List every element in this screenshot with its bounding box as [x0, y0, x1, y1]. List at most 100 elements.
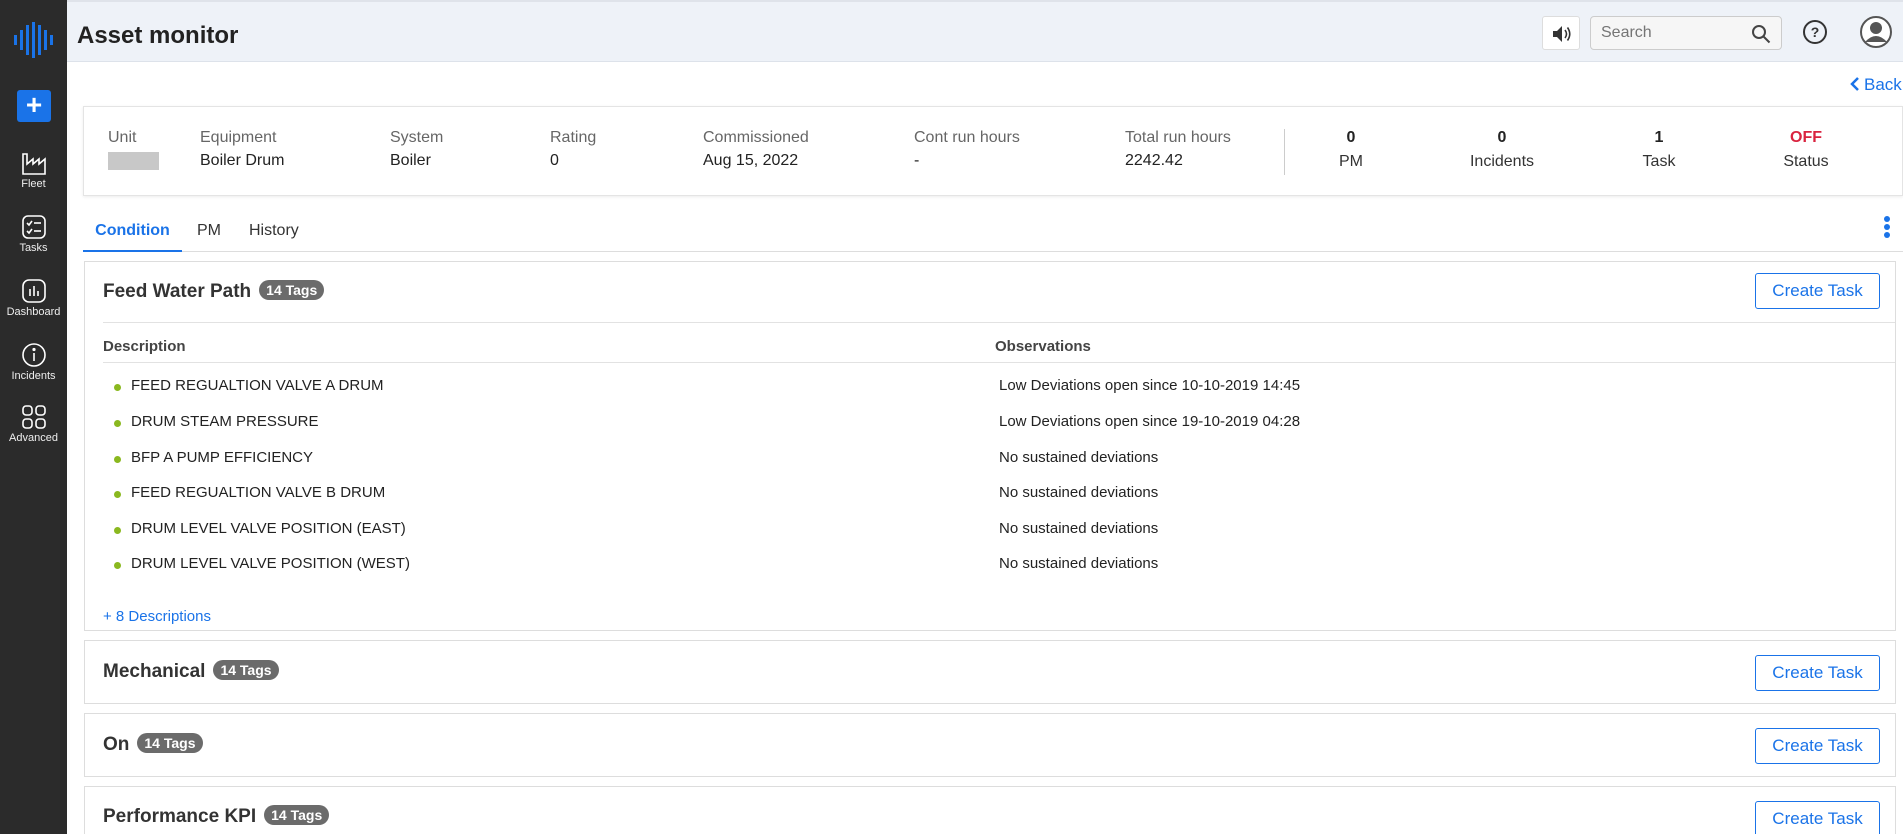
- section-mechanical: Mechanical 14 Tags Create Task: [84, 640, 1896, 704]
- create-task-button[interactable]: Create Task: [1755, 728, 1880, 764]
- create-task-button[interactable]: Create Task: [1755, 655, 1880, 691]
- section-on: On 14 Tags Create Task: [84, 713, 1896, 777]
- sidebar-item-tasks[interactable]: Tasks: [0, 214, 67, 254]
- stat-value: 0: [1346, 129, 1356, 146]
- sidebar-item-label: Fleet: [21, 178, 46, 190]
- table-row[interactable]: DRUM LEVEL VALVE POSITION (WEST) No sust…: [103, 555, 1895, 577]
- sidebar-item-advanced[interactable]: Advanced: [0, 404, 67, 444]
- table-row[interactable]: DRUM LEVEL VALVE POSITION (EAST) No sust…: [103, 520, 1895, 542]
- stat-incidents[interactable]: 0 Incidents: [1432, 129, 1572, 171]
- create-task-button[interactable]: Create Task: [1755, 273, 1880, 309]
- asset-info-bar: Unit Equipment Boiler Drum System Boiler…: [83, 106, 1903, 196]
- svg-text:?: ?: [1811, 24, 1820, 40]
- logo-icon[interactable]: [13, 22, 53, 58]
- user-avatar-icon[interactable]: [1860, 16, 1892, 48]
- tab-pm[interactable]: PM: [197, 222, 221, 252]
- rating-value: 0: [550, 152, 559, 169]
- row-observation: No sustained deviations: [999, 449, 1159, 466]
- stat-pm[interactable]: 0 PM: [1281, 129, 1421, 171]
- row-observation: No sustained deviations: [999, 520, 1159, 537]
- status-value: OFF: [1790, 129, 1822, 146]
- table-row[interactable]: DRUM STEAM PRESSURE Low Deviations open …: [103, 413, 1895, 435]
- cont-run-hours-value: -: [914, 152, 920, 169]
- section-title: Mechanical 14 Tags: [103, 660, 279, 683]
- row-description: DRUM LEVEL VALVE POSITION (EAST): [131, 520, 406, 537]
- sidebar-item-dashboard[interactable]: Dashboard: [0, 278, 67, 318]
- table-row[interactable]: FEED REGUALTION VALVE A DRUM Low Deviati…: [103, 377, 1895, 399]
- sidebar: + Fleet Tasks Dashboard Incidents Advanc…: [0, 0, 67, 834]
- more-descriptions-link[interactable]: + 8 Descriptions: [103, 608, 211, 625]
- info-icon: [21, 343, 46, 367]
- search-icon[interactable]: [1751, 24, 1771, 44]
- page-title: Asset monitor: [77, 22, 239, 49]
- more-options-icon[interactable]: [1883, 215, 1891, 239]
- status-dot: [114, 527, 121, 534]
- row-description: DRUM STEAM PRESSURE: [131, 413, 319, 430]
- checklist-icon: [21, 215, 46, 239]
- stat-label: PM: [1339, 153, 1363, 170]
- row-description: DRUM LEVEL VALVE POSITION (WEST): [131, 555, 410, 572]
- section-title: Performance KPI 14 Tags: [103, 805, 330, 828]
- commissioned-field: Commissioned Aug 15, 2022: [703, 129, 809, 170]
- chart-icon: [21, 279, 46, 303]
- row-observation: Low Deviations open since 19-10-2019 04:…: [999, 413, 1301, 430]
- section-title-text: Feed Water Path: [103, 281, 252, 302]
- row-observation: Low Deviations open since 10-10-2019 14:…: [999, 377, 1301, 394]
- section-feed-water-path: Feed Water Path 14 Tags Create Task Descr…: [84, 261, 1896, 631]
- total-run-hours-value: 2242.42: [1125, 152, 1183, 169]
- tab-condition[interactable]: Condition: [83, 222, 182, 252]
- system-field: System Boiler: [390, 129, 443, 170]
- section-title: Feed Water Path 14 Tags: [103, 280, 325, 303]
- total-run-hours-field: Total run hours 2242.42: [1125, 129, 1231, 170]
- tag-count-badge: 14 Tags: [137, 733, 203, 753]
- section-divider: [103, 362, 1895, 363]
- stat-task[interactable]: 1 Task: [1589, 129, 1729, 171]
- search-input[interactable]: [1601, 23, 1741, 43]
- cont-run-hours-field: Cont run hours -: [914, 129, 1020, 170]
- stat-value: 1: [1654, 129, 1664, 146]
- tag-count-badge: 14 Tags: [213, 660, 279, 680]
- status-dot: [114, 384, 121, 391]
- tag-count-badge: 14 Tags: [259, 280, 325, 300]
- stat-label: Status: [1783, 153, 1829, 170]
- tab-history[interactable]: History: [249, 222, 299, 252]
- column-header-description: Description: [103, 338, 186, 355]
- tab-bar: Condition PM History: [83, 212, 1903, 252]
- stat-value: 0: [1497, 129, 1507, 146]
- add-button[interactable]: +: [17, 90, 51, 122]
- section-title-text: Mechanical: [103, 661, 206, 682]
- cont-run-hours-label: Cont run hours: [914, 129, 1020, 146]
- stat-status: OFF Status: [1736, 129, 1876, 171]
- row-description: FEED REGUALTION VALVE A DRUM: [131, 377, 384, 394]
- table-row[interactable]: FEED REGUALTION VALVE B DRUM No sustaine…: [103, 484, 1895, 506]
- total-run-hours-label: Total run hours: [1125, 129, 1231, 146]
- row-observation: No sustained deviations: [999, 555, 1159, 572]
- factory-icon: [21, 153, 46, 175]
- column-header-observations: Observations: [995, 338, 1091, 355]
- sidebar-item-incidents[interactable]: Incidents: [0, 342, 67, 382]
- section-title: On 14 Tags: [103, 733, 203, 756]
- stat-label: Task: [1642, 153, 1676, 170]
- row-observation: No sustained deviations: [999, 484, 1159, 501]
- sidebar-item-label: Advanced: [9, 432, 58, 444]
- status-dot: [114, 420, 121, 427]
- sidebar-item-label: Incidents: [11, 370, 56, 382]
- tag-count-badge: 14 Tags: [264, 805, 330, 825]
- help-icon[interactable]: ?: [1802, 19, 1828, 45]
- equipment-value: Boiler Drum: [200, 152, 285, 169]
- system-value: Boiler: [390, 152, 431, 169]
- speaker-icon: [1553, 26, 1571, 42]
- section-title-text: On: [103, 734, 130, 755]
- create-task-button[interactable]: Create Task: [1755, 801, 1880, 834]
- back-label: Back: [1864, 75, 1902, 94]
- section-divider: [103, 322, 1895, 323]
- sidebar-item-fleet[interactable]: Fleet: [0, 150, 67, 190]
- unit-field: Unit: [108, 129, 159, 170]
- back-link[interactable]: Back: [1850, 75, 1902, 95]
- sound-button[interactable]: [1542, 16, 1580, 50]
- grid-icon: [21, 405, 46, 429]
- stat-label: Incidents: [1469, 153, 1535, 170]
- row-description: FEED REGUALTION VALVE B DRUM: [131, 484, 386, 501]
- commissioned-value: Aug 15, 2022: [703, 152, 799, 169]
- table-row[interactable]: BFP A PUMP EFFICIENCY No sustained devia…: [103, 449, 1895, 471]
